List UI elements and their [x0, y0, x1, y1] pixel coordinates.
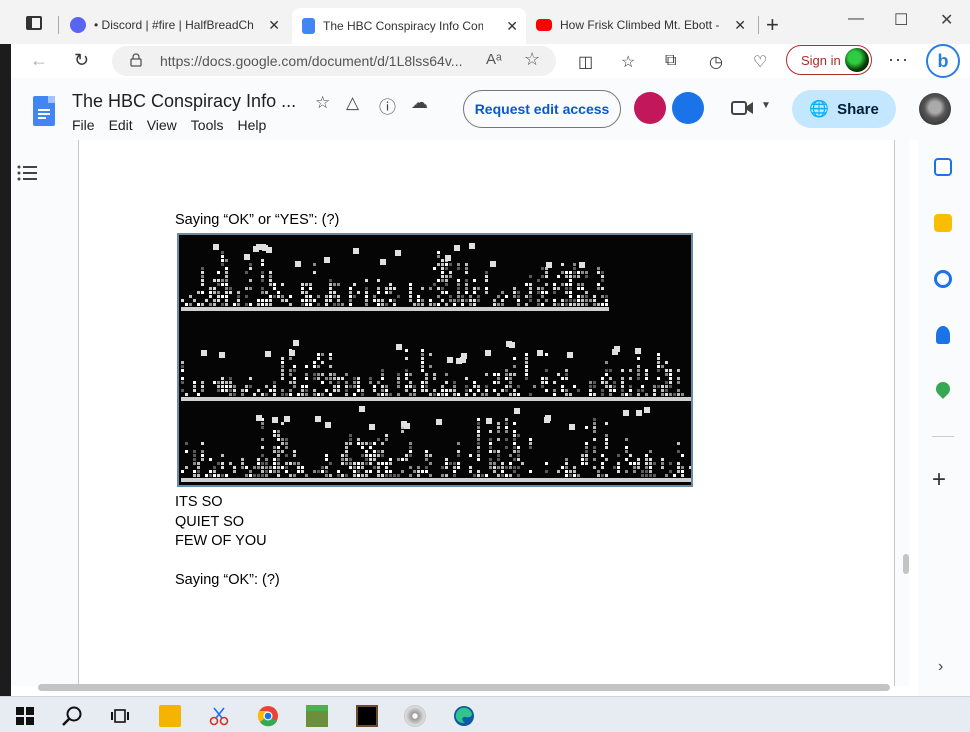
share-label: Share [837, 100, 879, 118]
share-button[interactable]: 🌐 Share [792, 90, 896, 128]
google-docs-icon [302, 18, 315, 34]
maximize-button[interactable]: ☐ [894, 10, 908, 30]
tab-youtube[interactable]: How Frisk Climbed Mt. Ebott - YouTube ✕ [526, 10, 754, 40]
account-avatar[interactable] [919, 93, 951, 125]
window-close-button[interactable]: ✕ [940, 10, 953, 30]
menu-view[interactable]: View [147, 117, 177, 133]
tab-title: • Discord | #fire | HalfBreadChat [94, 18, 254, 32]
chevron-down-icon[interactable]: ▼ [761, 100, 771, 111]
contacts-icon[interactable] [936, 326, 950, 344]
globe-icon: 🌐 [809, 101, 830, 118]
pixel-fire-image[interactable] [177, 233, 693, 487]
menu-help[interactable]: Help [237, 117, 266, 133]
sign-in-button[interactable]: Sign in [786, 45, 872, 75]
meet-video-icon[interactable] [731, 100, 755, 116]
tab-separator [58, 16, 59, 34]
tab-separator [758, 16, 759, 34]
task-view-icon[interactable] [109, 705, 131, 727]
tab-title: How Frisk Climbed Mt. Ebott - YouTube [560, 18, 720, 32]
menu-file[interactable]: File [72, 117, 95, 133]
address-bar[interactable]: https://docs.google.com/document/d/1L8ls… [112, 46, 556, 76]
tab-actions-icon[interactable] [26, 16, 42, 30]
request-edit-access-button[interactable]: Request edit access [463, 90, 621, 128]
new-tab-button[interactable]: + [766, 12, 779, 38]
close-icon[interactable]: ✕ [506, 18, 518, 35]
file-explorer-icon[interactable] [159, 705, 181, 727]
tab-google-doc[interactable]: The HBC Conspiracy Info Compilation ✕ [292, 8, 526, 44]
docs-header: The HBC Conspiracy Info ... File Edit Vi… [11, 78, 970, 140]
vertical-scrollbar-thumb[interactable] [903, 554, 909, 574]
menu-edit[interactable]: Edit [109, 117, 133, 133]
sign-in-label: Sign in [801, 52, 841, 68]
disc-icon[interactable] [404, 705, 426, 727]
tab-discord[interactable]: • Discord | #fire | HalfBreadChat ✕ [60, 10, 288, 40]
document-title[interactable]: The HBC Conspiracy Info ... [72, 91, 296, 112]
google-docs-logo-icon[interactable] [33, 96, 55, 126]
edge-icon[interactable] [453, 705, 475, 727]
fire-sprite-art [181, 243, 691, 482]
document-details-icon[interactable]: ⓘ [379, 93, 396, 118]
read-aloud-icon[interactable]: Aᵃ [486, 51, 502, 68]
text-line: ITS SO [175, 494, 223, 510]
discord-icon [70, 17, 86, 33]
favorites-icon[interactable]: ☆ [621, 52, 635, 72]
lock-icon[interactable] [130, 53, 142, 67]
calendar-icon[interactable] [934, 158, 952, 176]
profile-avatar [845, 48, 869, 72]
move-to-drive-icon[interactable]: △ [346, 93, 359, 113]
history-icon[interactable]: ◷ [709, 52, 723, 72]
text-line: QUIET SO [175, 514, 245, 530]
back-arrow-icon[interactable]: ← [30, 50, 48, 71]
keep-icon[interactable] [934, 214, 952, 232]
minecraft-icon[interactable] [306, 705, 328, 727]
add-icon[interactable]: + [932, 466, 946, 494]
text-line: FEW OF YOU [175, 533, 267, 549]
document-page[interactable]: Saying “OK” or “YES”: (?) ITS SO QUIET S… [78, 140, 895, 686]
document-outline-icon[interactable] [17, 164, 37, 182]
minecraft-dungeons-icon[interactable] [356, 705, 378, 727]
paragraph-saying-ok-or-yes: Saying “OK” or “YES”: (?) [175, 212, 340, 228]
windows-taskbar [0, 696, 970, 732]
split-screen-icon[interactable]: ◫ [578, 52, 593, 72]
window-left-border [0, 44, 11, 696]
url-text[interactable]: https://docs.google.com/document/d/1L8ls… [160, 53, 462, 69]
menu-bar: File Edit View Tools Help [72, 117, 266, 133]
collections-icon[interactable]: ⧉ [665, 52, 676, 70]
chrome-icon[interactable] [257, 705, 279, 727]
snipping-icon[interactable] [208, 705, 230, 727]
side-panel-divider [932, 436, 954, 437]
tasks-icon[interactable] [934, 270, 952, 288]
search-icon[interactable] [61, 705, 83, 727]
browser-toolbar: ← ↻ https://docs.google.com/document/d/1… [0, 44, 970, 78]
paragraph-saying-ok: Saying “OK”: (?) [175, 572, 280, 588]
bing-copilot-icon[interactable]: b [926, 44, 960, 78]
more-options-icon[interactable]: ··· [888, 49, 909, 70]
youtube-icon [536, 19, 552, 31]
close-icon[interactable]: ✕ [734, 17, 746, 34]
side-panel: + › [918, 140, 970, 696]
favorite-star-icon[interactable]: ☆ [524, 49, 540, 70]
close-icon[interactable]: ✕ [268, 17, 280, 34]
minimize-button[interactable]: — [848, 10, 864, 28]
document-canvas: Saying “OK” or “YES”: (?) ITS SO QUIET S… [11, 140, 909, 686]
tab-strip: • Discord | #fire | HalfBreadChat ✕ The … [0, 0, 970, 44]
tab-title: The HBC Conspiracy Info Compilation [323, 19, 483, 33]
windows-start-icon[interactable] [14, 705, 36, 727]
reload-icon[interactable]: ↻ [74, 50, 89, 71]
bing-label: b [937, 50, 949, 71]
chevron-right-icon[interactable]: › [938, 658, 943, 676]
cloud-status-icon[interactable]: ☁ [411, 93, 428, 113]
menu-tools[interactable]: Tools [191, 117, 224, 133]
anonymous-viewer-avatar[interactable] [634, 92, 666, 124]
horizontal-scrollbar[interactable] [38, 684, 890, 691]
star-icon[interactable]: ☆ [315, 93, 330, 113]
maps-icon[interactable] [933, 379, 953, 399]
anonymous-viewer-avatar[interactable] [672, 92, 704, 124]
browser-essentials-icon[interactable]: ♡ [753, 52, 767, 72]
